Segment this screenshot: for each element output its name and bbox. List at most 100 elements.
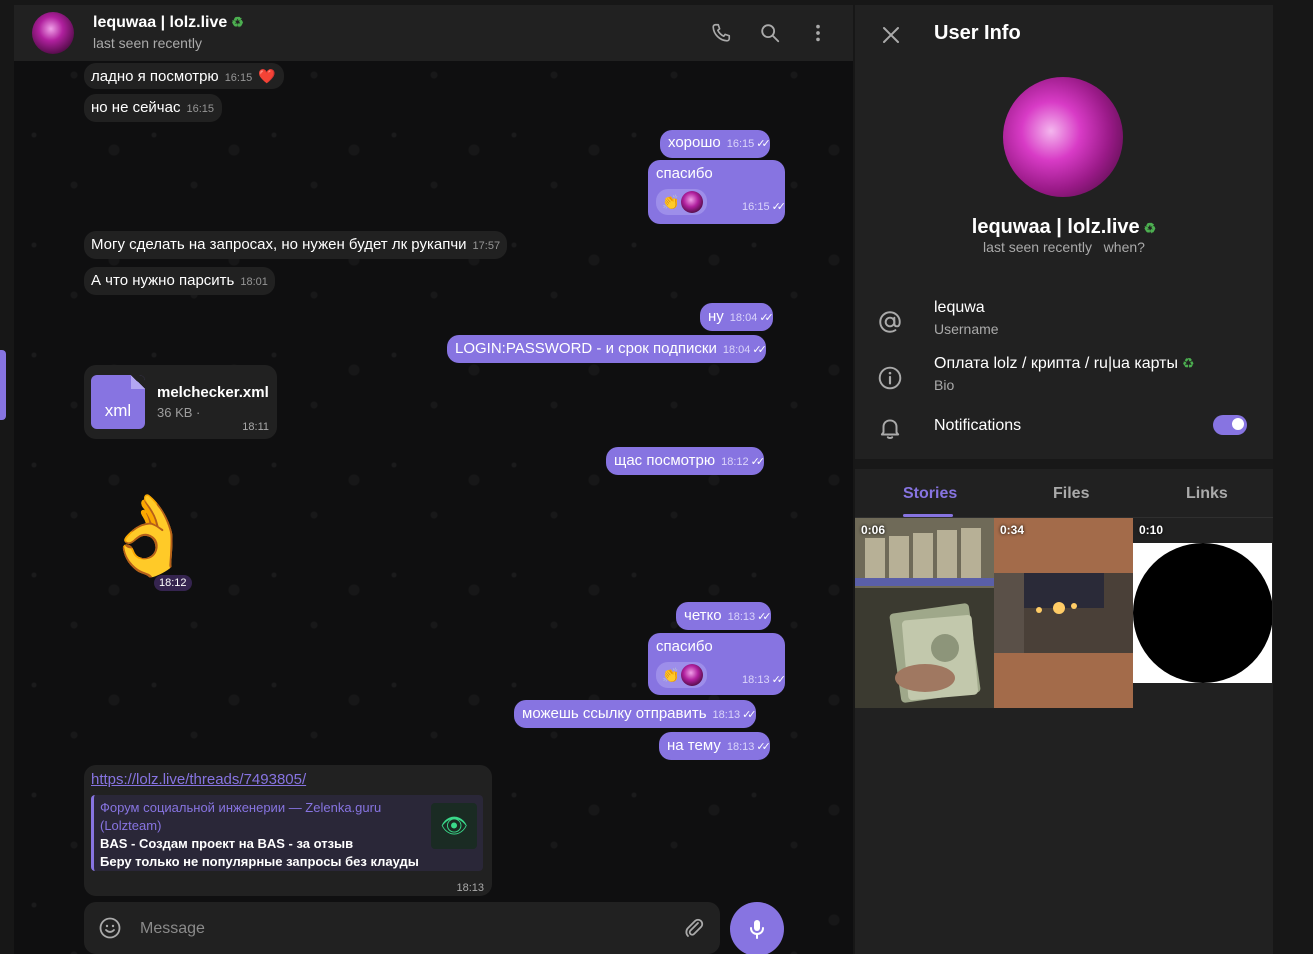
story-duration: 0:10 bbox=[1139, 523, 1164, 537]
link-url[interactable]: https://lolz.live/threads/7493805/ bbox=[91, 771, 306, 788]
bio-value: Оплата lolz / крипта / ru|ua карты ♻ bbox=[934, 355, 1195, 373]
message-time: 16:15 bbox=[742, 201, 770, 213]
message-incoming[interactable]: А что нужно парсить 18:01 bbox=[84, 267, 275, 295]
message-text: но не сейчас bbox=[91, 99, 181, 116]
link-preview[interactable]: Форум социальной инженерии — Zelenka.gur… bbox=[91, 795, 483, 871]
double-check-icon: ✓✓ bbox=[757, 611, 772, 623]
message-incoming[interactable]: Могу сделать на запросах, но нужен будет… bbox=[84, 231, 508, 259]
reactor-avatar bbox=[681, 663, 704, 686]
chat-title[interactable]: lequwaa | lolz.live ♻ bbox=[93, 14, 244, 32]
clap-icon: 👏 bbox=[662, 193, 680, 210]
message-time: 16:15 bbox=[224, 72, 253, 84]
message-time: 18:12 bbox=[721, 456, 749, 468]
recycle-icon: ♻ bbox=[1181, 355, 1195, 371]
message-time: 18:04 bbox=[729, 312, 758, 324]
message-text: LOGIN:PASSWORD - и срок подписки bbox=[455, 340, 717, 357]
search-icon bbox=[761, 24, 780, 43]
message-text: ну bbox=[708, 308, 724, 325]
smile-icon bbox=[99, 917, 121, 939]
message-outgoing[interactable]: четко 18:13 ✓✓ bbox=[676, 602, 772, 630]
message-outgoing[interactable]: хорошо 16:15 ✓✓ bbox=[660, 130, 771, 158]
when-link[interactable]: when? bbox=[1104, 239, 1145, 255]
message-incoming[interactable]: ладно я посмотрю 16:15 ❤️ bbox=[84, 63, 284, 89]
chat-list-edge[interactable] bbox=[0, 350, 6, 420]
username-row[interactable]: lequwa Username bbox=[855, 299, 1273, 351]
bio-row[interactable]: Оплата lolz / крипта / ru|ua карты ♻ Bio bbox=[855, 355, 1273, 407]
bio-text: Оплата lolz / крипта / ru|ua карты bbox=[934, 355, 1178, 372]
attach-button[interactable] bbox=[682, 916, 706, 940]
profile-avatar[interactable] bbox=[1003, 77, 1123, 197]
message-text: А что нужно парсить bbox=[91, 272, 235, 289]
message-outgoing[interactable]: можешь ссылку отправить 18:13 ✓✓ bbox=[514, 700, 757, 728]
message-outgoing[interactable]: LOGIN:PASSWORD - и срок подписки 18:04 ✓✓ bbox=[447, 335, 767, 363]
active-tab-indicator bbox=[903, 514, 953, 517]
close-button[interactable] bbox=[877, 21, 905, 49]
emoji-button[interactable] bbox=[98, 916, 122, 940]
preview-title: BAS - Создам проект на BAS - за отзыв bbox=[100, 836, 354, 851]
message-text: Могу сделать на запросах, но нужен будет… bbox=[91, 236, 467, 253]
tab-stories[interactable]: Stories bbox=[903, 485, 957, 503]
call-button[interactable] bbox=[707, 19, 735, 47]
reactions: 👏 16:15 ✓✓ bbox=[656, 187, 787, 216]
file-icon[interactable]: xml bbox=[91, 375, 145, 429]
double-check-icon: ✓✓ bbox=[771, 674, 787, 686]
ok-hand-sticker[interactable]: 👌 bbox=[100, 485, 197, 585]
bio-label: Bio bbox=[934, 377, 955, 393]
user-info-panel: User Info lequwaa | lolz.live ♻ last seen… bbox=[855, 5, 1273, 954]
avatar[interactable] bbox=[32, 12, 74, 54]
preview-description: Беру только не популярные запросы без кл… bbox=[100, 854, 419, 869]
file-message[interactable]: xml melchecker.xml 36 KB · 18:11 bbox=[84, 365, 277, 439]
clap-reaction[interactable]: 👏 bbox=[656, 661, 708, 688]
more-button[interactable] bbox=[804, 19, 832, 47]
voice-record-button[interactable] bbox=[730, 902, 784, 954]
message-input[interactable] bbox=[138, 912, 662, 946]
message-outgoing[interactable]: спасибо 👏 16:15 ✓✓ bbox=[648, 160, 787, 224]
message-text: четко bbox=[684, 607, 722, 624]
more-vertical-icon bbox=[816, 24, 820, 42]
message-outgoing[interactable]: ну 18:04 ✓✓ bbox=[700, 303, 774, 331]
profile-status: last seen recently when? bbox=[855, 239, 1273, 255]
street-image bbox=[994, 518, 1133, 708]
heart-reaction[interactable]: ❤️ bbox=[258, 68, 275, 84]
double-check-icon: ✓✓ bbox=[756, 741, 771, 753]
message-text: спасибо bbox=[656, 638, 713, 655]
message-outgoing[interactable]: спасибо 👏 18:13 ✓✓ bbox=[648, 633, 787, 695]
message-time: 18:13 bbox=[742, 674, 770, 686]
chat-title-text: lequwaa | lolz.live bbox=[93, 14, 228, 31]
notifications-toggle[interactable] bbox=[1213, 415, 1247, 435]
message-text: хорошо bbox=[668, 134, 721, 151]
info-icon bbox=[877, 365, 903, 391]
message-outgoing[interactable]: на тему 18:13 ✓✓ bbox=[659, 732, 771, 760]
message-text: щас посмотрю bbox=[614, 452, 716, 469]
message-text: спасибо bbox=[656, 165, 713, 182]
link-message[interactable]: https://lolz.live/threads/7493805/ Форум… bbox=[84, 765, 492, 896]
profile-name-text: lequwaa | lolz.live bbox=[971, 216, 1140, 238]
search-button[interactable] bbox=[756, 19, 784, 47]
paperclip-icon bbox=[685, 918, 704, 937]
toggle-knob bbox=[1230, 416, 1246, 432]
money-image bbox=[855, 518, 994, 708]
story-thumbnail[interactable]: 0:06 bbox=[855, 518, 994, 708]
message-time: 18:13 bbox=[712, 709, 741, 721]
clap-reaction[interactable]: 👏 bbox=[656, 188, 708, 215]
double-check-icon: ✓✓ bbox=[750, 456, 766, 468]
story-duration: 0:06 bbox=[861, 523, 886, 537]
story-thumbnail[interactable]: 0:10 bbox=[1133, 518, 1272, 708]
message-text: можешь ссылку отправить bbox=[522, 705, 707, 722]
notifications-label: Notifications bbox=[934, 417, 1022, 434]
message-time: 18:13 bbox=[727, 611, 756, 623]
story-duration: 0:34 bbox=[1000, 523, 1025, 537]
double-check-icon: ✓✓ bbox=[771, 201, 787, 213]
message-incoming[interactable]: но не сейчас 16:15 bbox=[84, 94, 222, 122]
phone-icon bbox=[712, 23, 731, 42]
message-outgoing[interactable]: щас посмотрю 18:12 ✓✓ bbox=[606, 447, 766, 475]
recycle-icon: ♻ bbox=[1143, 220, 1157, 236]
story-thumbnail[interactable]: 0:34 bbox=[994, 518, 1133, 708]
microphone-icon bbox=[750, 920, 764, 939]
message-time: 16:15 bbox=[186, 103, 214, 115]
circle-video-image bbox=[1133, 518, 1272, 708]
chat-header[interactable]: lequwaa | lolz.live ♻ last seen recently bbox=[14, 5, 853, 61]
close-icon bbox=[883, 27, 899, 43]
tab-links[interactable]: Links bbox=[1186, 485, 1228, 503]
tab-files[interactable]: Files bbox=[1053, 485, 1089, 503]
